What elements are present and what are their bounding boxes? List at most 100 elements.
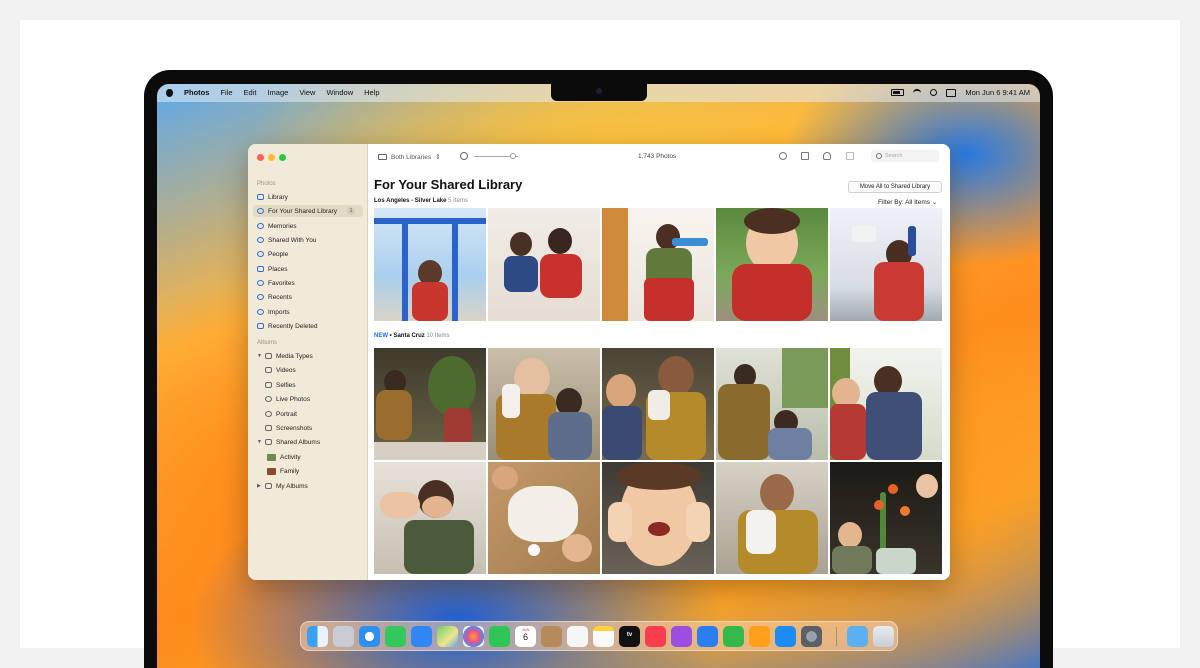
battery-icon[interactable] [891, 89, 905, 96]
safari-icon[interactable] [359, 626, 380, 647]
rotate-right-icon[interactable] [846, 152, 854, 160]
move-all-button[interactable]: Move All to Shared Library [848, 181, 942, 193]
sidebar-item-recents[interactable]: Recents [253, 291, 363, 303]
wifi-icon[interactable] [913, 88, 922, 97]
selfie-icon [265, 382, 272, 388]
app-store-icon[interactable] [775, 626, 796, 647]
sidebar-item-activity[interactable]: Activity [263, 451, 363, 463]
sidebar-item-screenshots[interactable]: Screenshots [261, 422, 363, 434]
sidebar-item-portrait[interactable]: Portrait [261, 408, 363, 420]
sidebar-item-recently-deleted[interactable]: Recently Deleted [253, 320, 363, 332]
reminders-icon[interactable] [567, 626, 588, 647]
notes-icon[interactable] [593, 626, 614, 647]
group-header: NEW • Santa Cruz 10 Items [374, 333, 449, 339]
music-icon[interactable] [645, 626, 666, 647]
sidebar-item-label: Activity [280, 453, 301, 461]
sidebar-item-live-photos[interactable]: Live Photos [261, 393, 363, 405]
calendar-icon[interactable]: JUN 6 [515, 626, 536, 647]
maps-icon[interactable] [437, 626, 458, 647]
sidebar-item-my-albums[interactable]: ▶ My Albums [253, 480, 363, 492]
fullscreen-button[interactable] [279, 154, 286, 161]
menu-clock[interactable]: Mon Jun 6 9:41 AM [965, 88, 1030, 97]
menu-file[interactable]: File [220, 88, 232, 97]
library-selector[interactable]: Both Libraries ⇕ [378, 153, 441, 161]
keynote-icon[interactable] [697, 626, 718, 647]
photo-thumbnail[interactable] [488, 348, 600, 460]
sidebar-item-label: Portrait [276, 410, 297, 418]
sidebar-item-library[interactable]: Library [253, 191, 363, 203]
photo-thumbnail[interactable] [602, 462, 714, 574]
photo-thumbnail[interactable] [830, 462, 942, 574]
photo-thumbnail[interactable] [830, 208, 942, 321]
sidebar-item-videos[interactable]: Videos [261, 364, 363, 376]
share-icon[interactable] [801, 152, 809, 160]
photo-thumbnail[interactable] [716, 208, 828, 321]
menu-window[interactable]: Window [326, 88, 353, 97]
sidebar-item-family[interactable]: Family [263, 465, 363, 477]
photo-thumbnail[interactable] [374, 462, 486, 574]
sidebar-item-favorites[interactable]: Favorites [253, 277, 363, 289]
photo-thumbnail[interactable] [374, 208, 486, 321]
sidebar-item-shared-with-you[interactable]: Shared With You [253, 234, 363, 246]
folder-icon [265, 483, 272, 489]
downloads-folder-icon[interactable] [847, 626, 868, 647]
finder-icon[interactable] [307, 626, 328, 647]
menu-help[interactable]: Help [364, 88, 379, 97]
facetime-icon[interactable] [489, 626, 510, 647]
photo-thumbnail[interactable] [602, 348, 714, 460]
zoom-slider-knob[interactable] [510, 153, 516, 159]
photos-icon[interactable] [463, 626, 484, 647]
photo-thumbnail[interactable] [830, 348, 942, 460]
messages-icon[interactable] [385, 626, 406, 647]
sidebar-item-media-types[interactable]: ▼ Media Types [253, 350, 363, 362]
minimize-button[interactable] [268, 154, 275, 161]
sidebar-item-label: People [268, 250, 289, 258]
video-icon [265, 367, 272, 373]
sidebar-section-photos: Photos [257, 181, 276, 187]
sidebar-item-label: Shared Albums [276, 438, 321, 446]
control-center-icon[interactable] [946, 88, 957, 97]
folder-icon [265, 353, 272, 359]
mail-icon[interactable] [411, 626, 432, 647]
search-field[interactable]: Search [871, 150, 939, 162]
apple-menu-icon[interactable] [166, 88, 173, 97]
rotate-icon[interactable] [460, 152, 468, 160]
heart-icon[interactable] [823, 152, 831, 160]
filter-dropdown[interactable]: Filter By: All Items ⌄ [878, 198, 937, 206]
launchpad-icon[interactable] [333, 626, 354, 647]
trash-icon[interactable] [873, 626, 894, 647]
pages-icon[interactable] [749, 626, 770, 647]
chevron-down-icon[interactable]: ▼ [257, 353, 262, 359]
photo-thumbnail[interactable] [716, 462, 828, 574]
spotlight-search-icon[interactable] [930, 89, 938, 96]
sidebar-item-memories[interactable]: Memories [253, 220, 363, 232]
sidebar-item-imports[interactable]: Imports [253, 306, 363, 318]
contacts-icon[interactable] [541, 626, 562, 647]
sidebar-item-selfies[interactable]: Selfies [261, 379, 363, 391]
menu-edit[interactable]: Edit [244, 88, 257, 97]
sidebar-item-shared-albums[interactable]: ▼ Shared Albums [253, 436, 363, 448]
photo-thumbnail[interactable] [374, 348, 486, 460]
menu-view[interactable]: View [299, 88, 315, 97]
photo-thumbnail[interactable] [488, 208, 600, 321]
close-button[interactable] [257, 154, 264, 161]
sidebar-item-for-your-shared-library[interactable]: For Your Shared Library 1 [253, 205, 363, 217]
system-settings-icon[interactable] [801, 626, 822, 647]
new-badge: NEW [374, 333, 388, 339]
podcasts-icon[interactable] [671, 626, 692, 647]
sidebar-item-people[interactable]: People [253, 248, 363, 260]
chevron-right-icon[interactable]: ▶ [257, 483, 261, 489]
sidebar-item-label: Family [280, 467, 300, 475]
chevron-down-icon[interactable]: ▼ [257, 439, 262, 445]
menu-app-name[interactable]: Photos [184, 88, 209, 97]
tv-icon[interactable]: tv [619, 626, 640, 647]
photo-thumbnail[interactable] [488, 462, 600, 574]
import-icon [257, 309, 264, 315]
numbers-icon[interactable] [723, 626, 744, 647]
trash-icon [257, 323, 264, 329]
photo-thumbnail[interactable] [602, 208, 714, 321]
menu-image[interactable]: Image [267, 88, 288, 97]
info-icon[interactable] [779, 152, 787, 160]
photo-thumbnail[interactable] [716, 348, 828, 460]
sidebar-item-places[interactable]: Places [253, 263, 363, 275]
